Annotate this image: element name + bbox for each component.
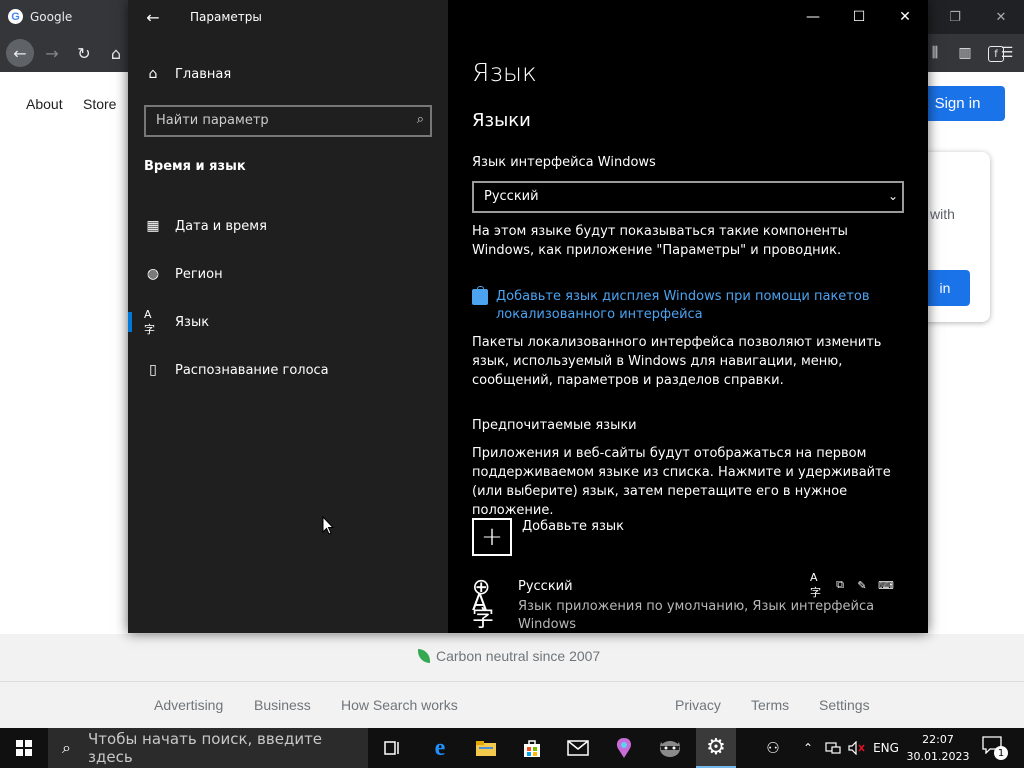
globe-icon: ◍ <box>146 266 160 282</box>
browser-tab-google[interactable]: G Google <box>0 0 128 34</box>
footer-advertising-link[interactable]: Advertising <box>154 697 223 713</box>
nav-date-time-label: Дата и время <box>175 218 267 234</box>
file-explorer-icon[interactable] <box>466 732 506 764</box>
store-icon[interactable] <box>512 732 552 764</box>
nav-region-label: Регион <box>175 266 223 282</box>
chevron-down-icon: ⌄ <box>887 189 898 203</box>
footer-divider <box>0 681 1024 682</box>
language-description: Язык приложения по умолчанию, Язык интер… <box>518 599 875 632</box>
search-icon[interactable]: ⌕ <box>417 112 424 127</box>
settings-gear-icon[interactable]: ⚙ <box>696 728 736 768</box>
footer-terms-link[interactable]: Terms <box>751 697 789 713</box>
calendar-clock-icon: ▦ <box>146 218 160 234</box>
preferred-languages-description: Приложения и веб-сайты будут отображатьс… <box>472 446 891 518</box>
search-placeholder: Найти параметр <box>156 113 269 128</box>
footer-privacy-link[interactable]: Privacy <box>675 697 721 713</box>
chevron-up-icon[interactable]: ⌃ <box>798 728 818 768</box>
task-view-icon[interactable] <box>372 732 412 764</box>
clock-time: 22:07 <box>922 733 954 746</box>
plus-icon[interactable]: + <box>472 518 512 556</box>
footer-settings-link[interactable]: Settings <box>819 697 870 713</box>
nav-home[interactable]: ⌂ Главная <box>128 52 448 96</box>
menu-icon[interactable]: ☰ <box>994 40 1020 66</box>
taskbar: ⌕ Чтобы начать поиск, введите здесь e ⚙ … <box>0 728 1024 768</box>
store-icon <box>472 286 488 305</box>
display-language-label: Язык интерфейса Windows <box>472 155 656 170</box>
taskbar-search-placeholder: Чтобы начать поиск, введите здесь <box>88 730 323 766</box>
handwriting-feature-icon: ✎ <box>857 578 867 592</box>
about-link[interactable]: About <box>26 96 63 112</box>
languages-heading: Языки <box>472 110 531 131</box>
google-favicon-icon: G <box>8 9 23 24</box>
taskbar-clock[interactable]: 22:07 30.01.2023 <box>905 731 971 765</box>
browser-close-icon[interactable]: ✕ <box>978 0 1024 34</box>
microphone-icon: ▯ <box>149 362 157 378</box>
language-icon: A字 <box>144 307 155 336</box>
store-link[interactable]: Store <box>83 96 116 112</box>
input-language-indicator[interactable]: ENG <box>870 728 902 768</box>
home-icon: ⌂ <box>148 66 158 82</box>
maximize-icon[interactable]: ☐ <box>836 0 882 34</box>
speech-feature-icon: ⧉ <box>836 578 844 591</box>
nav-speech[interactable]: ▯ Распознавание голоса <box>128 348 448 392</box>
settings-search-input[interactable]: Найти параметр ⌕ <box>144 105 432 137</box>
footer-business-link[interactable]: Business <box>254 697 311 713</box>
people-icon[interactable]: ⚇ <box>760 728 786 768</box>
display-language-value: Русский <box>484 189 539 204</box>
nav-language[interactable]: A字 Язык <box>128 300 448 344</box>
back-arrow-icon[interactable]: ← <box>142 6 164 28</box>
language-pack-description: Пакеты локализованного интерфейса позвол… <box>472 335 882 388</box>
nav-date-time[interactable]: ▦ Дата и время <box>128 204 448 248</box>
language-name[interactable]: Русский <box>518 579 573 594</box>
nav-region[interactable]: ◍ Регион <box>128 252 448 296</box>
clock-date: 30.01.2023 <box>906 750 970 763</box>
action-center-icon[interactable]: 1 <box>982 736 1008 760</box>
reload-icon[interactable]: ↻ <box>70 39 98 67</box>
nav-speech-label: Распознавание голоса <box>175 362 329 378</box>
display-language-description: На этом языке будут показываться такие к… <box>472 224 848 258</box>
raccoon-app-icon[interactable] <box>650 732 690 764</box>
minimize-icon[interactable]: — <box>790 0 836 34</box>
section-heading: Время и язык <box>144 159 246 174</box>
add-language-button[interactable]: Добавьте язык <box>522 519 624 534</box>
store-link-text: Добавьте язык дисплея Windows при помощи… <box>496 289 870 322</box>
window-title: Параметры <box>190 10 262 24</box>
display-language-select[interactable]: Русский ⌄ <box>472 181 904 213</box>
taskbar-search-input[interactable]: ⌕ Чтобы начать поиск, введите здесь <box>48 728 368 768</box>
language-glyph-icon: ⊕ A字 <box>472 575 495 632</box>
settings-window: ← Параметры ⌂ Главная Найти параметр ⌕ В… <box>128 0 928 633</box>
search-icon: ⌕ <box>62 738 71 757</box>
promo-card-text: with <box>930 206 955 222</box>
forward-arrow-icon[interactable]: → <box>38 39 66 67</box>
nav-language-label: Язык <box>175 314 210 330</box>
browser-restore-icon[interactable]: ❐ <box>932 0 978 34</box>
footer-how-search-link[interactable]: How Search works <box>341 697 458 713</box>
sidebar-icon[interactable]: ▥ <box>952 40 978 66</box>
close-icon[interactable]: ✕ <box>882 0 928 34</box>
nav-home-label: Главная <box>175 66 232 82</box>
display-language-feature-icon: A字 <box>810 570 821 599</box>
browser-tab-title: Google <box>30 10 73 24</box>
carbon-neutral-note[interactable]: Carbon neutral since 2007 <box>418 648 600 664</box>
edge-icon[interactable]: e <box>420 732 460 764</box>
page-title: Язык <box>472 58 537 87</box>
store-language-link[interactable]: Добавьте язык дисплея Windows при помощи… <box>472 286 892 324</box>
carbon-text: Carbon neutral since 2007 <box>436 648 601 664</box>
leaf-icon <box>418 649 430 663</box>
preferred-languages-heading: Предпочитаемые языки <box>472 418 637 433</box>
network-icon[interactable] <box>822 728 844 768</box>
paint-3d-icon[interactable] <box>604 732 644 764</box>
windows-logo-icon <box>16 740 32 756</box>
settings-content: — ☐ ✕ Язык Языки Язык интерфейса Windows… <box>448 0 928 633</box>
home-icon[interactable]: ⌂ <box>102 39 130 67</box>
back-arrow-icon[interactable]: ← <box>6 39 34 67</box>
start-button[interactable] <box>0 728 48 768</box>
keyboard-feature-icon: ⌨ <box>878 578 894 592</box>
volume-muted-icon[interactable] <box>846 728 868 768</box>
mail-icon[interactable] <box>558 732 598 764</box>
notification-badge: 1 <box>994 746 1008 760</box>
settings-sidebar: ← Параметры ⌂ Главная Найти параметр ⌕ В… <box>128 0 448 633</box>
